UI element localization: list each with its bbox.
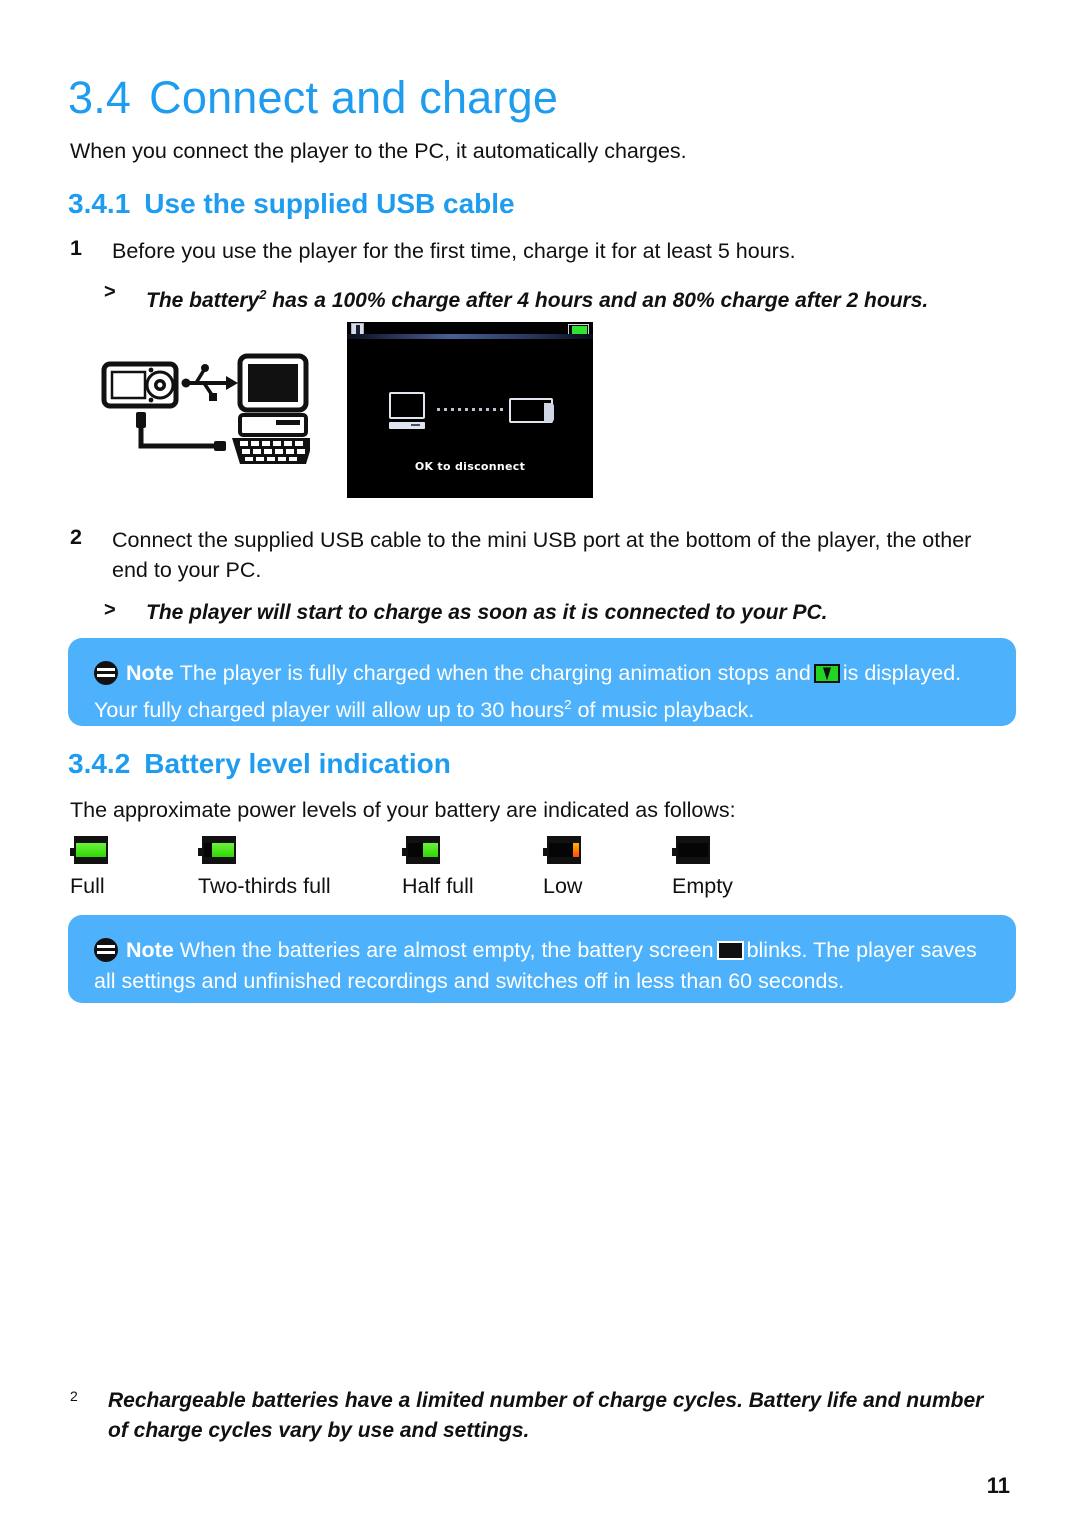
result-1-text-after: has a 100% charge after 4 hours and an 8… [266,289,929,312]
battery-charging-icon [813,664,840,683]
battery-level-low-label: Low [543,874,583,898]
result-2-text: The player will start to charge as soon … [146,601,828,624]
note-2-label: Note [126,938,174,962]
note-1-label: Note [126,661,174,685]
step-1: 1 Before you use the player for the firs… [70,236,1000,266]
subsection-341-heading: 3.4.1 Use the supplied USB cable [68,188,515,220]
battery-full-icon [70,836,108,864]
note-icon [94,661,118,685]
subsection-341-number: 3.4.1 [68,188,131,219]
result-2-arrow: > [104,599,116,621]
usb-connection-diagram [101,353,314,464]
result-1: > The battery2 has a 100% charge after 4… [104,281,1004,315]
step-2-text: Connect the supplied USB cable to the mi… [112,528,972,582]
step-1-marker: 1 [70,236,82,260]
note-box-charging: Note The player is fully charged when the… [68,638,1016,726]
footnote-text: Rechargeable batteries have a limited nu… [108,1389,984,1442]
battery-level-half: Half full [402,836,474,899]
document-page: 3.4 Connect and charge When you connect t… [0,0,1080,1527]
usb-connection-illustration [100,352,314,467]
result-1-text: The battery2 has a 100% charge after 4 h… [146,281,928,315]
note-2-text: Note When the batteries are almost empty,… [94,935,990,997]
battery-half-icon [402,836,440,864]
note-2-text-part1: When the batteries are almost empty, the… [179,938,714,962]
subsection-342-heading: 3.4.2 Battery level indication [68,748,451,780]
battery-level-full-label: Full [70,874,105,898]
note-1-superscript: 2 [564,697,572,712]
battery-level-two-thirds-label: Two-thirds full [198,874,331,898]
device-status-bar [347,322,593,339]
battery-level-empty-label: Empty [672,874,733,898]
step-2: 2 Connect the supplied USB cable to the … [70,525,1000,585]
battery-low-icon [543,836,581,864]
step-2-marker: 2 [70,525,82,549]
result-1-text-before: The battery [146,289,260,312]
note-box-low-battery: Note When the batteries are almost empty,… [68,915,1016,1003]
note-1-text-part3: of music playback. [571,698,755,723]
result-1-arrow: > [104,281,116,303]
device-screen-preview: OK to disconnect [347,322,593,498]
subsection-341-title: Use the supplied USB cable [144,188,515,219]
subsection-342-intro: The approximate power levels of your bat… [70,798,736,822]
subsection-342-title: Battery level indication [144,748,451,779]
battery-level-half-label: Half full [402,874,474,898]
battery-two-thirds-icon [198,836,236,864]
battery-empty-icon [716,941,744,960]
result-2: > The player will start to charge as soo… [104,599,1004,627]
battery-empty-icon [672,836,710,864]
battery-level-empty: Empty [672,836,733,899]
status-bar-glow [347,334,593,339]
footnote: 2 Rechargeable batteries have a limited … [70,1386,1000,1446]
note-1-text-part1: The player is fully charged when the cha… [179,661,811,685]
battery-level-two-thirds: Two-thirds full [198,836,331,899]
footnote-marker: 2 [70,1388,78,1404]
page-number: 11 [986,1473,1010,1498]
player-device-icon [509,398,554,423]
page-title: 3.4 Connect and charge [68,72,558,124]
subsection-342-number: 3.4.2 [68,748,131,779]
section-number: 3.4 [68,72,132,123]
intro-paragraph: When you connect the player to the PC, i… [70,139,687,163]
device-screen-caption: OK to disconnect [414,460,526,473]
note-icon [94,938,118,962]
section-title: Connect and charge [149,72,559,123]
computer-icon [389,392,425,429]
battery-level-full: Full [70,836,108,899]
note-1-text: Note The player is fully charged when the… [94,658,990,726]
connection-dots-icon [437,408,503,412]
step-1-text: Before you use the player for the first … [112,239,796,263]
battery-level-low: Low [543,836,582,899]
